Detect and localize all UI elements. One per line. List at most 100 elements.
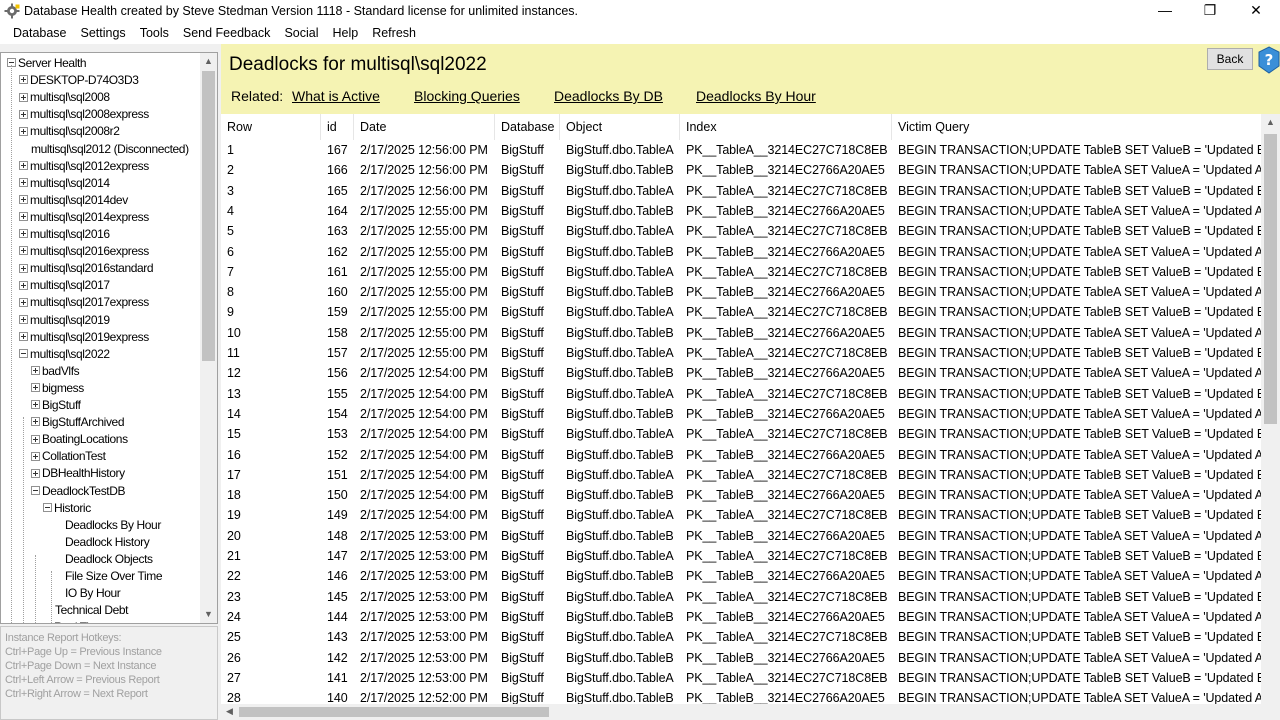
table-row[interactable]: 25 143 2/17/2025 12:53:00 PM BigStuff BigStu… (221, 627, 1261, 647)
tree-item[interactable]: multisql\sql2019express (19, 329, 149, 346)
table-row[interactable]: 17 151 2/17/2025 12:54:00 PM BigStuff BigStu… (221, 465, 1261, 485)
tree-item[interactable]: IO By Hour (65, 585, 121, 602)
tree-item[interactable]: bigmess (31, 380, 84, 397)
collapse-icon[interactable] (19, 349, 28, 359)
col-header-row[interactable]: Row (221, 114, 321, 140)
grid-vertical-scrollbar[interactable]: ▲ (1261, 114, 1280, 704)
tree-item[interactable]: BigStuff (31, 397, 81, 414)
close-button[interactable]: ✕ (1233, 0, 1279, 22)
expand-icon[interactable] (19, 246, 28, 256)
table-row[interactable]: 27 141 2/17/2025 12:53:00 PM BigStuff BigStu… (221, 668, 1261, 688)
expand-icon[interactable] (19, 126, 28, 136)
tree-item[interactable]: Technical Debt (55, 602, 129, 619)
menu-tools[interactable]: Tools (133, 22, 176, 44)
menu-refresh[interactable]: Refresh (365, 22, 423, 44)
table-row[interactable]: 5 163 2/17/2025 12:55:00 PM BigStuff BigStuf… (221, 221, 1261, 241)
table-row[interactable]: 23 145 2/17/2025 12:53:00 PM BigStuff BigStu… (221, 587, 1261, 607)
tree-item[interactable]: multisql\sql2016express (19, 243, 149, 260)
expand-icon[interactable] (19, 92, 28, 102)
expand-icon[interactable] (31, 400, 40, 410)
tree-item[interactable]: Server Health (7, 55, 87, 72)
expand-icon[interactable] (19, 314, 28, 324)
link-what-is-active[interactable]: What is Active (292, 88, 380, 104)
expand-icon[interactable] (19, 212, 28, 222)
grid-scroll-left-icon[interactable]: ◀ (221, 703, 238, 720)
table-row[interactable]: 2 166 2/17/2025 12:56:00 PM BigStuff BigStuf… (221, 160, 1261, 180)
tree-item[interactable]: multisql\sql2016 (19, 226, 110, 243)
tree-scrollbar[interactable]: ▲ ▼ (200, 53, 217, 623)
tree-item[interactable]: badVlfs (31, 363, 80, 380)
help-icon[interactable]: ? (1258, 46, 1280, 74)
table-row[interactable]: 1 167 2/17/2025 12:56:00 PM BigStuff BigStuf… (221, 140, 1261, 160)
table-row[interactable]: 3 165 2/17/2025 12:56:00 PM BigStuff BigStuf… (221, 181, 1261, 201)
menu-social[interactable]: Social (277, 22, 325, 44)
expand-icon[interactable] (19, 229, 28, 239)
col-header-database[interactable]: Database (495, 114, 560, 140)
table-row[interactable]: 7 161 2/17/2025 12:55:00 PM BigStuff BigStuf… (221, 262, 1261, 282)
tree-item[interactable]: multisql\sql2019 (19, 312, 110, 329)
maximize-button[interactable]: ❐ (1187, 0, 1233, 22)
tree-item[interactable]: multisql\sql2017express (19, 294, 149, 311)
collapse-icon[interactable] (31, 485, 40, 495)
tree-scroll-up-icon[interactable]: ▲ (200, 53, 217, 70)
tree-item[interactable]: multisql\sql2008r2 (19, 123, 120, 140)
expand-icon[interactable] (19, 109, 28, 119)
tree-item[interactable]: CollationTest (31, 448, 106, 465)
expand-icon[interactable] (31, 468, 40, 478)
expand-icon[interactable] (19, 178, 28, 188)
tree-item[interactable]: BoatingLocations (31, 431, 128, 448)
table-row[interactable]: 21 147 2/17/2025 12:53:00 PM BigStuff BigStu… (221, 546, 1261, 566)
col-header-id[interactable]: id (321, 114, 354, 140)
expand-icon[interactable] (19, 263, 28, 273)
tree-item[interactable]: multisql\sql2014express (19, 209, 149, 226)
tree-item[interactable]: multisql\sql2014 (19, 175, 110, 192)
col-header-object[interactable]: Object (560, 114, 680, 140)
col-header-date[interactable]: Date (354, 114, 495, 140)
table-row[interactable]: 20 148 2/17/2025 12:53:00 PM BigStuff BigStu… (221, 526, 1261, 546)
table-row[interactable]: 8 160 2/17/2025 12:55:00 PM BigStuff BigStuf… (221, 282, 1261, 302)
tree-item[interactable]: multisql\sql2016standard (19, 260, 154, 277)
table-row[interactable]: 4 164 2/17/2025 12:55:00 PM BigStuff BigStuf… (221, 201, 1261, 221)
expand-icon[interactable] (31, 383, 40, 393)
expand-icon[interactable] (19, 297, 28, 307)
grid-hscroll-thumb[interactable] (239, 707, 549, 717)
table-row[interactable]: 22 146 2/17/2025 12:53:00 PM BigStuff BigStu… (221, 566, 1261, 586)
table-row[interactable]: 13 155 2/17/2025 12:54:00 PM BigStuff BigStu… (221, 384, 1261, 404)
table-row[interactable]: 12 156 2/17/2025 12:54:00 PM BigStuff BigStu… (221, 363, 1261, 383)
table-row[interactable]: 11 157 2/17/2025 12:55:00 PM BigStuff BigStu… (221, 343, 1261, 363)
tree-item[interactable]: Real Time (43, 619, 105, 623)
table-row[interactable]: 28 140 2/17/2025 12:52:00 PM BigStuff BigStu… (221, 688, 1261, 704)
link-deadlocks-by-hour[interactable]: Deadlocks By Hour (696, 88, 816, 104)
tree-item[interactable]: Deadlocks By Hour (65, 517, 161, 534)
tree-scroll-thumb[interactable] (202, 71, 215, 361)
tree-item[interactable]: BigStuffArchived (31, 414, 125, 431)
minimize-button[interactable]: — (1142, 0, 1188, 22)
tree-item[interactable]: multisql\sql2012express (19, 158, 149, 175)
link-blocking-queries[interactable]: Blocking Queries (414, 88, 520, 104)
grid-scroll-up-icon[interactable]: ▲ (1262, 114, 1279, 131)
expand-icon[interactable] (19, 280, 28, 290)
table-row[interactable]: 18 150 2/17/2025 12:54:00 PM BigStuff BigStu… (221, 485, 1261, 505)
back-button[interactable]: Back (1207, 48, 1253, 70)
table-row[interactable]: 10 158 2/17/2025 12:55:00 PM BigStuff BigStu… (221, 323, 1261, 343)
table-row[interactable]: 19 149 2/17/2025 12:54:00 PM BigStuff BigStu… (221, 505, 1261, 525)
expand-icon[interactable] (19, 331, 28, 341)
tree-item[interactable]: multisql\sql2014dev (19, 192, 128, 209)
tree-item[interactable]: DESKTOP-D74O3D3 (19, 72, 139, 89)
col-header-victim-query[interactable]: Victim Query (892, 114, 1261, 140)
tree-item[interactable]: Deadlock History (65, 534, 150, 551)
menu-send-feedback[interactable]: Send Feedback (176, 22, 278, 44)
tree-item[interactable]: File Size Over Time (65, 568, 162, 585)
tree-item[interactable]: DBHealthHistory (31, 465, 125, 482)
table-row[interactable]: 15 153 2/17/2025 12:54:00 PM BigStuff BigStu… (221, 424, 1261, 444)
tree-item[interactable]: DeadlockTestDB (31, 483, 126, 500)
table-row[interactable]: 26 142 2/17/2025 12:53:00 PM BigStuff BigStu… (221, 648, 1261, 668)
table-row[interactable]: 6 162 2/17/2025 12:55:00 PM BigStuff BigStuf… (221, 242, 1261, 262)
tree-item[interactable]: multisql\sql2022 (19, 346, 110, 363)
table-row[interactable]: 9 159 2/17/2025 12:55:00 PM BigStuff BigStuf… (221, 302, 1261, 322)
tree-item[interactable]: multisql\sql2017 (19, 277, 110, 294)
table-row[interactable]: 14 154 2/17/2025 12:54:00 PM BigStuff BigStu… (221, 404, 1261, 424)
tree-item[interactable]: Historic (43, 500, 91, 517)
grid-vscroll-thumb[interactable] (1264, 134, 1277, 424)
expand-icon[interactable] (19, 160, 28, 170)
